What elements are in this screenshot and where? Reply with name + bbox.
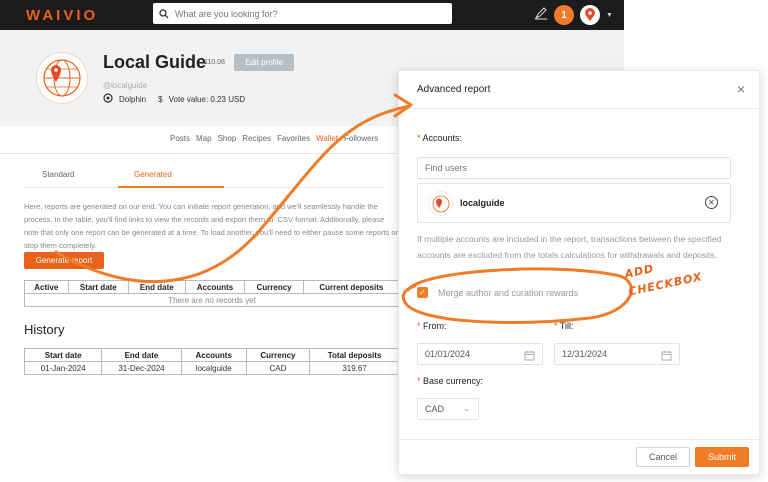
cancel-button[interactable]: Cancel (636, 447, 690, 467)
generate-report-button[interactable]: Generate report (24, 252, 104, 269)
table-header: Start date (23, 348, 103, 362)
merge-rewards-label[interactable]: Merge author and curation rewards (438, 288, 578, 298)
profile-handle: @localguide (103, 81, 148, 90)
required-mark: * (417, 321, 421, 331)
tab-standard[interactable]: Standard (42, 170, 74, 179)
waivio-logo[interactable]: WAIVIO (26, 7, 98, 24)
advanced-report-modal: Advanced report × * Accounts: localguide… (398, 70, 761, 475)
dolphin-icon (103, 93, 113, 105)
table-row[interactable]: 01-Jan-2024 31-Dec-2024 localguide CAD 3… (23, 361, 400, 375)
modal-title: Advanced report (417, 84, 491, 95)
active-reports-table: Active Start date End date Accounts Curr… (24, 280, 401, 307)
table-header: Currency (244, 280, 304, 294)
history-table: Start date End date Accounts Currency To… (23, 348, 400, 375)
table-header: End date (128, 280, 186, 294)
chevron-down-icon[interactable]: ▼ (606, 12, 613, 19)
from-label: * From: (417, 321, 447, 331)
calendar-icon (661, 348, 672, 368)
user-avatar[interactable] (580, 5, 600, 25)
search-input[interactable] (175, 8, 435, 19)
required-mark: * (417, 133, 421, 143)
rank-label: Dolphin (119, 94, 147, 104)
from-date-value: 01/01/2024 (425, 349, 471, 359)
table-header: Total deposits (309, 348, 400, 362)
tab-recipes[interactable]: Recipes (242, 134, 271, 143)
tab-wallet[interactable]: Wallet (316, 134, 338, 143)
table-cell: 319.67 (309, 361, 400, 375)
table-header: Active (24, 280, 69, 294)
tab-followers[interactable]: Followers (344, 134, 378, 143)
top-navbar: WAIVIO 1 ▼ (0, 0, 624, 30)
tab-shop[interactable]: Shop (218, 134, 237, 143)
table-header: Accounts (184, 280, 246, 294)
account-avatar (428, 191, 453, 216)
active-tab-indicator (118, 186, 224, 188)
modal-footer-divider (399, 439, 761, 440)
profile-tabs: Posts Map Shop Recipes Favorites Wallet … (170, 134, 378, 143)
table-header: Current deposits (302, 280, 401, 294)
till-date-value: 12/31/2024 (562, 349, 608, 359)
chevron-down-icon: ⌄ (463, 404, 470, 413)
from-date-input[interactable]: 01/01/2024 (417, 343, 543, 365)
reputation-score: 110.08 (204, 59, 225, 66)
table-header: Currency (245, 348, 311, 362)
table-cell: 31-Dec-2024 (101, 361, 182, 375)
from-label-text: From: (423, 321, 447, 331)
tab-favorites[interactable]: Favorites (277, 134, 310, 143)
table-cell: CAD (245, 361, 311, 375)
currency-value: CAD (425, 404, 445, 414)
profile-avatar (36, 52, 88, 104)
till-label-text: Till: (559, 321, 574, 331)
modal-header: Advanced report × (399, 71, 759, 109)
profile-name: Local Guide (103, 52, 207, 72)
merge-rewards-option[interactable]: ✓ Merge author and curation rewards (417, 287, 578, 298)
accounts-label-text: Accounts: (422, 133, 463, 143)
base-currency-label-text: Base currency: (423, 376, 484, 386)
account-name: localguide (460, 198, 505, 208)
notifications-badge[interactable]: 1 (554, 5, 574, 25)
wallet-subtabs: Standard Generated (24, 170, 384, 190)
required-mark: * (417, 376, 421, 386)
edit-profile-button[interactable]: Edit profile (234, 54, 294, 71)
tab-map[interactable]: Map (196, 134, 212, 143)
merge-rewards-checkbox[interactable]: ✓ (417, 287, 428, 298)
calendar-icon (524, 348, 535, 368)
required-mark: * (554, 321, 558, 331)
vote-value: Vote value: 0.23 USD (168, 94, 246, 104)
table-header: Accounts (180, 348, 247, 362)
base-currency-label: * Base currency: (417, 376, 483, 386)
till-label: * Till: (554, 321, 574, 331)
table-header: End date (101, 348, 182, 362)
table-cell: 01-Jan-2024 (23, 361, 103, 375)
table-header: Start date (67, 280, 130, 294)
history-title: History (24, 322, 65, 337)
edit-icon[interactable] (534, 6, 548, 25)
selected-account-chip: localguide ✕ (417, 183, 731, 223)
tab-posts[interactable]: Posts (170, 134, 190, 143)
till-date-input[interactable]: 12/31/2024 (554, 343, 680, 365)
currency-select[interactable]: CAD ⌄ (417, 398, 479, 420)
tab-generated[interactable]: Generated (134, 170, 172, 179)
accounts-label: * Accounts: (417, 133, 462, 143)
report-description: Here, reports are generated on our end. … (24, 202, 399, 250)
remove-account-icon[interactable]: ✕ (705, 196, 718, 209)
search-bar[interactable] (153, 3, 452, 24)
close-icon[interactable]: × (737, 81, 745, 97)
dollar-icon: $ (158, 94, 163, 104)
search-icon (153, 8, 175, 19)
submit-button[interactable]: Submit (695, 447, 749, 467)
table-cell: localguide (180, 361, 247, 375)
find-users-input[interactable] (417, 157, 731, 179)
empty-table-message: There are no records yet (24, 293, 400, 307)
